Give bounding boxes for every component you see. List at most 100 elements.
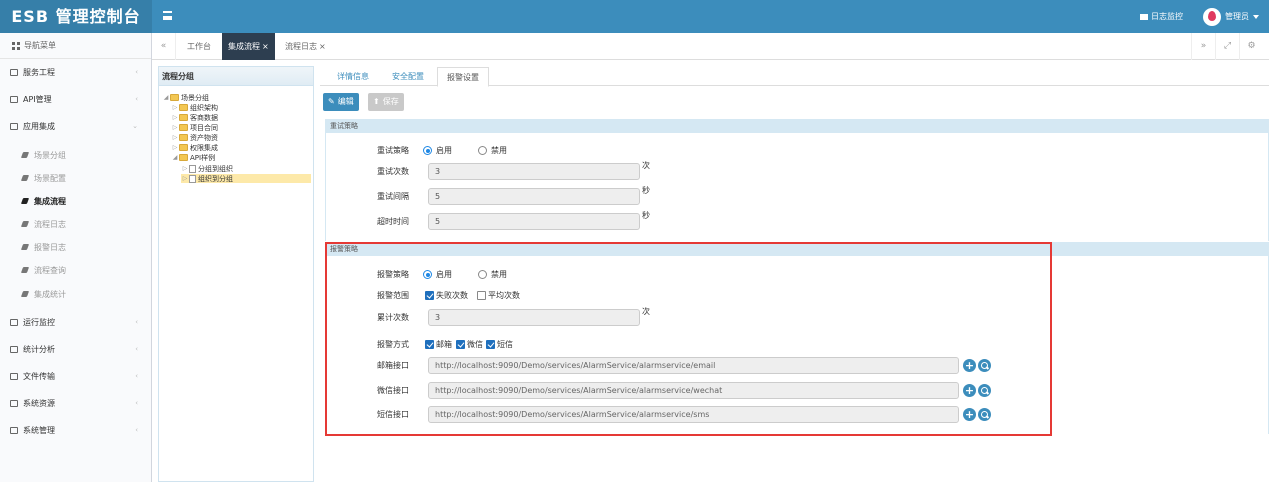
grid-icon [12,41,20,50]
folder-icon [10,372,18,380]
caret-right-icon[interactable]: ▷ [171,114,179,121]
caret-right-icon[interactable]: ▷ [181,165,189,172]
sidebar-subitem-label: 场景配置 [34,173,66,183]
tree-node-label: API样例 [190,153,216,162]
tab-integration-flow[interactable]: 集成流程 × [222,33,275,60]
sidebar-item-system-resource[interactable]: 系统资源 ‹ [0,390,152,416]
user-menu[interactable]: 管理员 [1203,7,1259,26]
close-icon[interactable]: × [319,42,326,51]
tab-label: 流程日志 [285,42,317,51]
edit-icon [20,198,30,204]
sidebar-item-run-monitor[interactable]: 运行监控 ‹ [0,309,152,335]
sidebar-subitem-scene-group[interactable]: 场景分组 [0,143,152,167]
tree-node-label: 权限集成 [190,143,218,152]
sidebar-item-statistics[interactable]: 统计分析 ‹ [0,336,152,362]
app-title: ESB 管理控制台 [0,0,152,33]
edit-icon: ✎ [328,97,335,106]
sidebar-subitem-label: 场景分组 [34,150,66,160]
tab-flow-log[interactable]: 流程日志 × [279,33,332,60]
tree-node-label: 项目合同 [190,123,218,132]
tree-node-permissions[interactable]: ▷ 权限集成 [171,143,218,152]
timeout-label: 超时时间 [377,217,409,226]
detail-tabs: 详情信息 安全配置 报警设置 [320,64,1269,87]
flow-group-panel: 流程分组 ◢ 场景分组 ▷ 组织架构 ▷ 客商数据 ▷ 项目合同 ▷ 资产物资 ▷ 权限集成… [158,66,314,482]
tree-node-label: 资产物资 [190,133,218,142]
sidebar-subitem-label: 集成流程 [34,196,66,206]
tree-node-customer[interactable]: ▷ 客商数据 [171,113,218,122]
tab-workbench[interactable]: 工作台 [181,33,217,60]
sidebar-subitem-flow-log[interactable]: 流程日志 [0,212,152,236]
tab-scroll-left-icon[interactable]: « [152,33,176,60]
tab-security-config[interactable]: 安全配置 [383,67,433,87]
tree-node-api-sample[interactable]: ◢ API样例 [171,153,215,162]
log-monitor-label: 日志监控 [1151,12,1183,21]
edit-button-label: 编辑 [337,97,354,106]
close-icon[interactable]: × [262,42,269,51]
save-icon: ⬆ [373,97,380,106]
tree-node-org[interactable]: ▷ 组织架构 [171,103,218,112]
log-monitor-link[interactable]: 日志监控 [1140,9,1183,24]
folder-icon [10,122,18,130]
caret-down-icon[interactable]: ◢ [171,154,179,161]
sidebar-subitem-integration-stats[interactable]: 集成统计 [0,282,152,306]
tab-alarm-settings[interactable]: 报警设置 [437,67,489,87]
retry-count-input[interactable]: 3 [428,163,640,180]
retry-policy-label: 重试策略 [377,146,409,155]
tree-node-contract[interactable]: ▷ 项目合同 [171,123,218,132]
sidebar-subitem-label: 报警日志 [34,242,66,252]
sidebar-subitem-label: 流程日志 [34,219,66,229]
sidebar-subitem-integration-flow[interactable]: 集成流程 [0,189,152,213]
sidebar-item-system-admin[interactable]: 系统管理 ‹ [0,417,152,443]
chevron-down-icon: ⌄ [132,122,138,130]
sidebar-subitem-alarm-log[interactable]: 报警日志 [0,235,152,259]
sidebar-item-label: 系统资源 [23,398,55,408]
retry-count-unit: 次 [642,161,650,170]
caret-down-icon[interactable]: ◢ [162,94,170,101]
retry-enable-radio[interactable]: 启用 [423,145,452,156]
timeout-unit: 秒 [642,211,650,220]
caret-right-icon[interactable]: ▷ [171,134,179,141]
fullscreen-icon[interactable]: ⤢ [1215,33,1239,60]
tab-scroll-right-icon[interactable]: » [1191,33,1215,60]
tab-detail-info[interactable]: 详情信息 [328,67,378,87]
tree-node-label: 客商数据 [190,113,218,122]
top-navbar: ESB 管理控制台 日志监控 管理员 [0,0,1269,33]
caret-right-icon[interactable]: ▷ [181,175,189,182]
caret-right-icon[interactable]: ▷ [171,144,179,151]
caret-right-icon[interactable]: ▷ [171,124,179,131]
chevron-left-icon: ‹ [135,68,138,76]
sidebar-item-app-integration[interactable]: 应用集成 ⌄ [0,113,152,139]
sidebar-subitem-flow-query[interactable]: 流程查询 [0,258,152,282]
folder-icon [179,154,188,161]
edit-icon [20,267,30,273]
tree-node-scene-group[interactable]: ◢ 场景分组 [162,93,209,102]
retry-disable-radio[interactable]: 禁用 [478,145,507,156]
save-button-label: 保存 [382,97,399,106]
timeout-input[interactable]: 5 [428,213,640,230]
folder-icon [170,94,179,101]
file-icon [189,174,196,183]
sidebar-item-service-project[interactable]: 服务工程 ‹ [0,59,152,85]
folder-icon [179,124,188,131]
gear-icon[interactable]: ⚙ [1239,33,1263,60]
sidebar-subitem-scene-config[interactable]: 场景配置 [0,166,152,190]
retry-interval-label: 重试间隔 [377,192,409,201]
sidebar-item-file-transfer[interactable]: 文件传输 ‹ [0,363,152,389]
folder-icon [179,114,188,121]
menu-toggle-icon[interactable] [163,11,172,20]
caret-right-icon[interactable]: ▷ [171,104,179,111]
tree-node-org-to-group[interactable]: ▷ 组织到分组 [181,174,311,183]
edit-icon [20,291,30,297]
edit-icon [20,175,30,181]
tree-node-label: 分组到组织 [198,164,233,173]
page-tab-bar: « 工作台 集成流程 × 流程日志 × » ⤢ ⚙ [152,33,1269,60]
tree-node-assets[interactable]: ▷ 资产物资 [171,133,218,142]
save-button[interactable]: ⬆ 保存 [368,93,404,111]
sidebar-item-label: API管理 [23,94,52,104]
sidebar-item-api[interactable]: API管理 ‹ [0,86,152,112]
tree-node-group-to-org[interactable]: ▷ 分组到组织 [181,164,233,173]
tree-node-label: 组织到分组 [198,174,233,183]
edit-button[interactable]: ✎ 编辑 [323,93,359,111]
retry-interval-input[interactable]: 5 [428,188,640,205]
sidebar-subitem-label: 流程查询 [34,265,66,275]
